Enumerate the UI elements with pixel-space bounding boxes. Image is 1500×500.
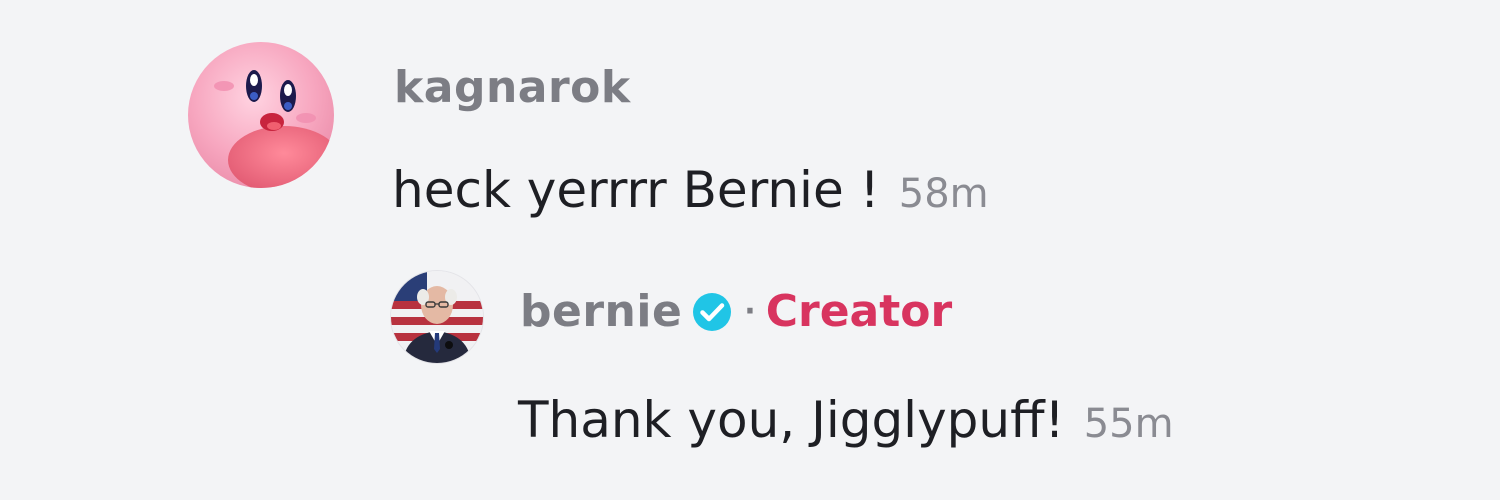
reply-timestamp: 55m	[1083, 401, 1174, 447]
comment-username[interactable]: kagnarok	[394, 62, 631, 113]
comment-header: kagnarok	[394, 62, 631, 114]
header-separator: ·	[744, 294, 756, 329]
creator-badge: Creator	[765, 286, 953, 337]
commenter-avatar[interactable]	[188, 42, 334, 188]
comment-thread: kagnarok heck yerrrr Bernie ! 58m bernie…	[0, 0, 1500, 500]
reply-body: Thank you, Jigglypuff! 55m	[518, 390, 1174, 454]
comment-body: heck yerrrr Bernie ! 58m	[392, 160, 989, 224]
kirby-avatar-image	[188, 42, 334, 188]
comment-timestamp: 58m	[898, 171, 989, 217]
reply-username[interactable]: bernie	[520, 286, 682, 338]
reply-item: bernie · Creator Thank you, Jigglypuff! …	[390, 270, 1390, 470]
comment-item: kagnarok heck yerrrr Bernie ! 58m	[188, 42, 1188, 222]
bernie-avatar-image	[391, 271, 483, 363]
comment-text: heck yerrrr Bernie !	[392, 161, 880, 219]
creator-avatar[interactable]	[390, 270, 484, 364]
reply-text: Thank you, Jigglypuff!	[518, 391, 1065, 449]
reply-header: bernie · Creator	[520, 286, 952, 338]
verified-checkmark-icon	[692, 292, 732, 332]
